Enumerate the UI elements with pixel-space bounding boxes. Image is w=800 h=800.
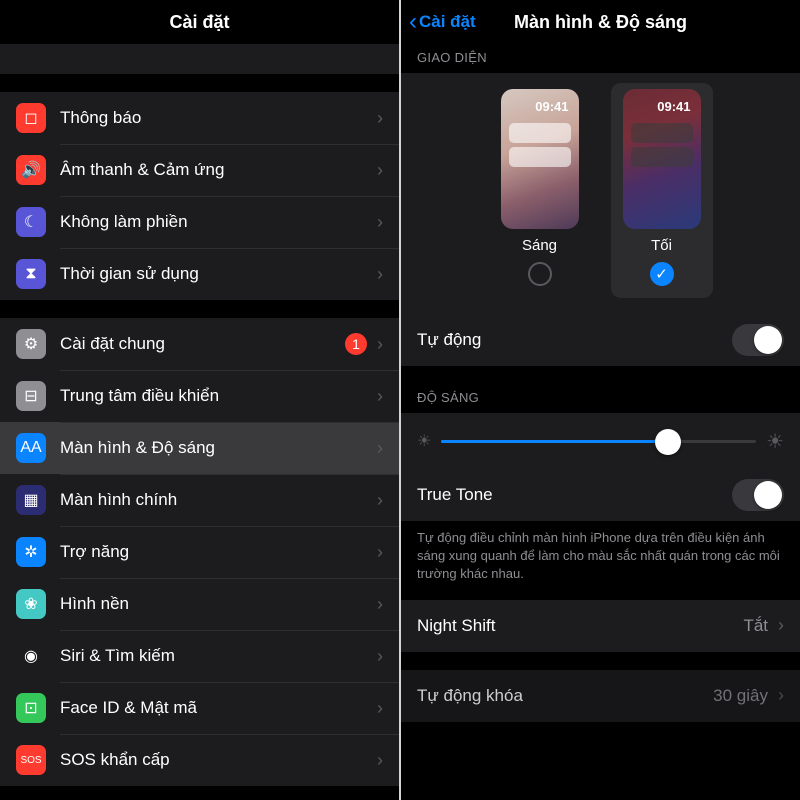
chevron-right-icon: › — [778, 685, 784, 706]
settings-row-label: Hình nền — [60, 594, 371, 614]
appearance-option-dark[interactable]: 09:41 Tối ✓ — [611, 83, 713, 298]
homescreen-icon: ▦ — [16, 485, 46, 515]
auto-appearance-row[interactable]: Tự động — [401, 314, 800, 366]
settings-row-label: Màn hình chính — [60, 490, 371, 510]
chevron-right-icon: › — [377, 646, 383, 667]
chevron-right-icon: › — [377, 212, 383, 233]
settings-row-label: Cài đặt chung — [60, 334, 345, 354]
chevron-right-icon: › — [377, 750, 383, 771]
sun-small-icon: ☀ — [417, 431, 431, 451]
display-brightness-pane: ‹ Cài đặt Màn hình & Độ sáng GIAO DIỆN 0… — [401, 0, 800, 800]
sos-icon: SOS — [16, 745, 46, 775]
badge: 1 — [345, 333, 367, 355]
settings-row-label: Trợ năng — [60, 542, 371, 562]
chevron-left-icon: ‹ — [409, 8, 417, 36]
display-title: Màn hình & Độ sáng — [514, 12, 687, 33]
light-label: Sáng — [522, 237, 557, 254]
settings-row[interactable]: ✲ Trợ năng › — [0, 526, 399, 578]
settings-row-label: Face ID & Mật mã — [60, 698, 371, 718]
settings-row[interactable]: ⧗ Thời gian sử dụng › — [0, 248, 399, 300]
truetone-toggle[interactable] — [732, 479, 784, 511]
settings-row[interactable]: ☾ Không làm phiền › — [0, 196, 399, 248]
settings-row-label: Trung tâm điều khiển — [60, 386, 371, 406]
dnd-icon: ☾ — [16, 207, 46, 237]
chevron-right-icon: › — [377, 438, 383, 459]
truetone-row[interactable]: True Tone — [401, 469, 800, 521]
chevron-right-icon: › — [377, 698, 383, 719]
chevron-right-icon: › — [377, 334, 383, 355]
settings-row[interactable]: ◉ Siri & Tìm kiếm › — [0, 630, 399, 682]
brightness-slider[interactable] — [441, 427, 756, 455]
chevron-right-icon: › — [377, 386, 383, 407]
back-button[interactable]: ‹ Cài đặt — [409, 8, 476, 36]
brightness-slider-row: ☀ ☀ — [401, 413, 800, 469]
chevron-right-icon: › — [778, 615, 784, 636]
notify-icon: ◻ — [16, 103, 46, 133]
settings-row[interactable]: ◻ Thông báo › — [0, 92, 399, 144]
settings-row-label: Thời gian sử dụng — [60, 264, 371, 284]
settings-row[interactable]: ❀ Hình nền › — [0, 578, 399, 630]
settings-row[interactable]: ⊡ Face ID & Mật mã › — [0, 682, 399, 734]
chevron-right-icon: › — [377, 264, 383, 285]
settings-row-label: Âm thanh & Cảm ứng — [60, 160, 371, 180]
light-thumb: 09:41 — [501, 89, 579, 229]
appearance-options: 09:41 Sáng 09:41 Tối ✓ — [401, 73, 800, 314]
settings-header: Cài đặt — [0, 0, 399, 44]
light-radio[interactable] — [528, 262, 552, 286]
settings-row[interactable]: AA Màn hình & Độ sáng › — [0, 422, 399, 474]
settings-row[interactable]: ⚙ Cài đặt chung1 › — [0, 318, 399, 370]
brightness-section-label: ĐỘ SÁNG — [401, 384, 800, 413]
settings-group-1: ◻ Thông báo › 🔊 Âm thanh & Cảm ứng › ☾ Không là… — [0, 92, 399, 300]
sun-large-icon: ☀ — [766, 429, 784, 454]
settings-row[interactable]: 🔊 Âm thanh & Cảm ứng › — [0, 144, 399, 196]
screentime-icon: ⧗ — [16, 259, 46, 289]
display-icon: AA — [16, 433, 46, 463]
chevron-right-icon: › — [377, 108, 383, 129]
nightshift-row[interactable]: Night Shift Tắt › — [401, 600, 800, 652]
chevron-right-icon: › — [377, 594, 383, 615]
auto-appearance-toggle[interactable] — [732, 324, 784, 356]
settings-row[interactable]: ⊟ Trung tâm điều khiển › — [0, 370, 399, 422]
settings-row-label: Không làm phiền — [60, 212, 371, 232]
settings-row-label: Thông báo — [60, 108, 371, 128]
chevron-right-icon: › — [377, 160, 383, 181]
faceid-icon: ⊡ — [16, 693, 46, 723]
settings-row-label: SOS khẩn cấp — [60, 750, 371, 770]
siri-icon: ◉ — [16, 641, 46, 671]
appearance-section-label: GIAO DIỆN — [401, 44, 800, 73]
settings-row[interactable]: ▦ Màn hình chính › — [0, 474, 399, 526]
settings-row-label: Siri & Tìm kiếm — [60, 646, 371, 666]
dark-thumb: 09:41 — [623, 89, 701, 229]
sound-icon: 🔊 — [16, 155, 46, 185]
settings-row[interactable]: SOS SOS khẩn cấp › — [0, 734, 399, 786]
general-icon: ⚙ — [16, 329, 46, 359]
dark-label: Tối — [651, 237, 672, 254]
settings-group-2: ⚙Cài đặt chung1›⊟Trung tâm điều khiển›AA… — [0, 318, 399, 786]
settings-row-truncated-top[interactable] — [0, 44, 399, 74]
dark-radio[interactable]: ✓ — [650, 262, 674, 286]
appearance-option-light[interactable]: 09:41 Sáng — [489, 83, 591, 298]
settings-row-label: Màn hình & Độ sáng — [60, 438, 371, 458]
chevron-right-icon: › — [377, 542, 383, 563]
autolock-row[interactable]: Tự động khóa 30 giây › — [401, 670, 800, 722]
accessibility-icon: ✲ — [16, 537, 46, 567]
display-header: ‹ Cài đặt Màn hình & Độ sáng — [401, 0, 800, 44]
chevron-right-icon: › — [377, 490, 383, 511]
wallpaper-icon: ❀ — [16, 589, 46, 619]
back-label: Cài đặt — [419, 12, 476, 32]
truetone-note: Tự động điều chỉnh màn hình iPhone dựa t… — [401, 521, 800, 600]
settings-title: Cài đặt — [169, 12, 229, 33]
settings-pane: Cài đặt ◻Thông báo›🔊Âm thanh & Cảm ứng›☾… — [0, 0, 399, 800]
control-center-icon: ⊟ — [16, 381, 46, 411]
